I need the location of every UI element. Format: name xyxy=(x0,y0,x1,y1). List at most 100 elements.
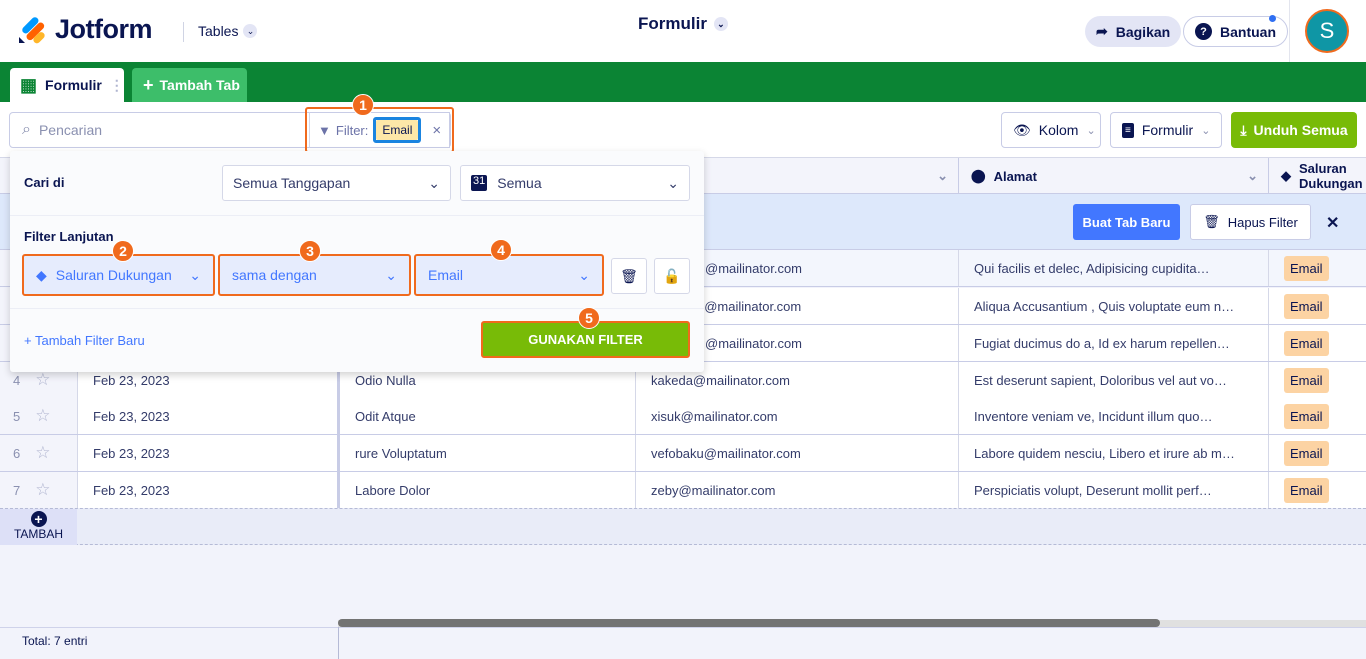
cell-address[interactable]: Qui facilis et delec, Adipisicing cupidi… xyxy=(958,250,1268,286)
step-badge-4: 4 xyxy=(490,239,512,261)
jotform-logo[interactable]: Jotform xyxy=(17,14,153,45)
cell-channel[interactable]: Email xyxy=(1268,250,1366,286)
cell-address[interactable]: Perspiciatis volupt, Deserunt mollit per… xyxy=(958,472,1268,508)
cell-channel[interactable]: Email xyxy=(1268,472,1366,508)
channel-tag: Email xyxy=(1284,403,1329,429)
cell-channel[interactable]: Email xyxy=(1268,435,1366,471)
columns-label: Kolom xyxy=(1038,122,1079,138)
star-icon[interactable]: ☆ xyxy=(35,406,50,426)
table-row[interactable]: 7 ☆ Feb 23, 2023 Labore Dolor zeby@mailin… xyxy=(0,472,1366,509)
date-select[interactable]: 31 Semua ⌄ xyxy=(460,165,690,201)
step-badge-5: 5 xyxy=(578,307,600,329)
download-all-button[interactable]: ⤓ Unduh Semua xyxy=(1231,112,1357,148)
divider xyxy=(10,308,704,309)
form-icon: ≡ xyxy=(1122,122,1134,138)
page-title[interactable]: Formulir ⌄ xyxy=(638,14,728,34)
star-icon[interactable]: ☆ xyxy=(35,443,50,463)
unlock-icon: 🔓 xyxy=(663,267,681,284)
column-header-alamat[interactable]: ⬤ Alamat ⌄ xyxy=(958,158,1268,194)
cell-date[interactable]: Feb 23, 2023 xyxy=(77,398,337,434)
notification-dot xyxy=(1269,15,1276,22)
create-tab-button[interactable]: Buat Tab Baru xyxy=(1073,204,1180,240)
row-number: 6 ☆ xyxy=(0,435,77,471)
table-row[interactable]: 6 ☆ Feb 23, 2023 rure Voluptatum vefobaku… xyxy=(0,435,1366,472)
row-index: 7 xyxy=(13,482,21,498)
responses-value: Semua Tanggapan xyxy=(233,175,351,191)
total-entries: Total: 7 entri xyxy=(22,634,88,648)
form-button[interactable]: ≡ Formulir ⌄ xyxy=(1110,112,1222,148)
star-icon[interactable]: ☆ xyxy=(35,480,50,500)
footer xyxy=(0,627,1366,659)
scrollbar-thumb[interactable] xyxy=(338,619,1160,627)
lock-filter-button[interactable]: 🔓 xyxy=(654,258,690,294)
delete-filter-button[interactable]: 🗑 xyxy=(611,258,647,294)
value-select[interactable]: Email ⌄ xyxy=(414,254,604,296)
search-placeholder: Pencarian xyxy=(38,122,103,138)
chevron-down-icon: ⌄ xyxy=(937,168,948,183)
cell-address[interactable]: Est deserunt sapient, Doloribus vel aut … xyxy=(958,362,1268,398)
share-icon: ➦ xyxy=(1096,23,1108,39)
value-text: Email xyxy=(428,267,464,283)
cell-address[interactable]: Labore quidem nesciu, Libero et irure ab… xyxy=(958,435,1268,471)
row-index: 5 xyxy=(13,408,21,424)
cell-address[interactable]: Fugiat ducimus do a, Id ex harum repelle… xyxy=(958,325,1268,361)
add-tab-button[interactable]: + Tambah Tab xyxy=(132,68,247,102)
step-badge-3: 3 xyxy=(299,240,321,262)
tab-label: Formulir xyxy=(45,77,102,93)
date-value: Semua xyxy=(497,175,542,191)
help-icon: ? xyxy=(1195,23,1212,40)
column-header-saluran[interactable]: ◆ Saluran Dukungan xyxy=(1268,158,1366,194)
cell-name[interactable]: rure Voluptatum xyxy=(337,435,635,471)
highlight-1 xyxy=(305,107,454,153)
table-row[interactable]: 5 ☆ Feb 23, 2023 Odit Atque xisuk@mailina… xyxy=(0,398,1366,435)
cell-email[interactable]: zeby@mailinator.com xyxy=(635,472,958,508)
cell-channel[interactable]: Email xyxy=(1268,325,1366,361)
chevron-down-icon: ⌄ xyxy=(385,266,397,283)
share-button[interactable]: ➦ Bagikan xyxy=(1085,16,1182,47)
tables-menu[interactable]: Tables ⌄ xyxy=(198,23,258,39)
chevron-down-icon: ⌄ xyxy=(1201,124,1211,137)
avatar[interactable]: S xyxy=(1305,9,1349,53)
clear-filter-button[interactable]: 🗑 Hapus Filter xyxy=(1190,204,1311,240)
channel-tag: Email xyxy=(1284,440,1329,466)
clear-filter-label: Hapus Filter xyxy=(1227,214,1298,230)
search-icon: ⌕ xyxy=(22,121,31,138)
chevron-down-icon: ⌄ xyxy=(1086,124,1096,137)
cell-email[interactable]: xisuk@mailinator.com xyxy=(635,398,958,434)
channel-tag: Email xyxy=(1284,367,1329,393)
step-badge-1: 1 xyxy=(352,94,374,116)
cell-channel[interactable]: Email xyxy=(1268,398,1366,434)
cell-address[interactable]: Aliqua Accusantium , Quis voluptate eum … xyxy=(958,288,1268,324)
cell-address[interactable]: Inventore veniam ve, Incidunt illum quo… xyxy=(958,398,1268,434)
cell-date[interactable]: Feb 23, 2023 xyxy=(77,435,337,471)
row-number: 5 ☆ xyxy=(0,398,77,434)
add-row-button[interactable]: + TAMBAH xyxy=(0,509,77,545)
trash-icon: 🗑 xyxy=(1203,214,1220,229)
chevron-down-icon: ⌄ xyxy=(667,174,679,191)
channel-tag: Email xyxy=(1284,293,1329,319)
cell-channel[interactable]: Email xyxy=(1268,362,1366,398)
channel-tag: Email xyxy=(1284,255,1329,281)
close-icon[interactable]: ✕ xyxy=(1326,213,1339,233)
columns-button[interactable]: 👁 Kolom ⌄ xyxy=(1001,112,1101,148)
responses-select[interactable]: Semua Tanggapan ⌄ xyxy=(222,165,451,201)
plus-icon: + xyxy=(143,74,154,95)
row-index: 4 xyxy=(13,372,21,388)
cell-date[interactable]: Feb 23, 2023 xyxy=(77,472,337,508)
cell-name[interactable]: Labore Dolor xyxy=(337,472,635,508)
location-icon: ⬤ xyxy=(971,168,986,183)
chevron-down-icon: ⌄ xyxy=(243,24,258,38)
cell-name[interactable]: Odit Atque xyxy=(337,398,635,434)
add-filter-link[interactable]: + Tambah Filter Baru xyxy=(24,333,145,348)
field-value: Saluran Dukungan xyxy=(55,266,172,283)
cell-channel[interactable]: Email xyxy=(1268,288,1366,324)
divider xyxy=(10,215,704,216)
divider xyxy=(338,627,339,659)
chevron-down-icon: ⌄ xyxy=(713,17,728,31)
cell-email[interactable]: vefobaku@mailinator.com xyxy=(635,435,958,471)
tag-icon: ◆ xyxy=(1281,168,1291,183)
tab-formulir[interactable]: ▦ Formulir ⋮ xyxy=(10,68,124,102)
star-icon[interactable]: ☆ xyxy=(35,370,50,390)
search-in-label: Cari di xyxy=(24,175,65,190)
more-icon[interactable]: ⋮ xyxy=(110,77,124,94)
